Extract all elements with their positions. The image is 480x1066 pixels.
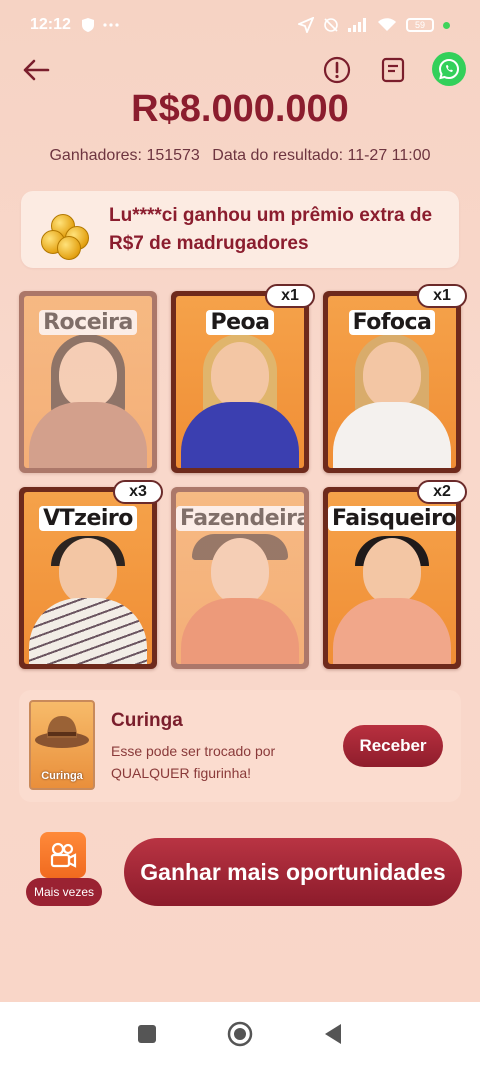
- privacy-dot-icon: [443, 21, 450, 29]
- extra-prize-banner: Lu****ci ganhou um prêmio extra de R$7 d…: [21, 191, 459, 268]
- joker-card-image: Curinga: [29, 700, 95, 790]
- cowboy-hat-icon: [35, 716, 89, 748]
- coins-icon: [37, 200, 97, 260]
- card-label: Roceira: [39, 310, 137, 335]
- person-image: [211, 538, 269, 604]
- exclamation-circle-icon: [323, 56, 351, 84]
- banner-text: Lu****ci ganhou um prêmio extra de R$7 d…: [109, 204, 433, 254]
- person-image: [363, 342, 421, 408]
- count-badge: x3: [113, 480, 163, 504]
- winners-count: Ganhadores: 151573: [49, 147, 200, 164]
- video-camera-icon: [40, 832, 86, 878]
- more-times-label: Mais vezes: [26, 878, 102, 906]
- square-icon: [137, 1025, 156, 1043]
- card-label: Peoa: [206, 310, 274, 335]
- sticker-card-vtzeiro[interactable]: VTzeiro x3: [19, 480, 163, 669]
- whatsapp-icon: [438, 58, 460, 80]
- alarm-off-icon: [323, 17, 339, 33]
- shield-icon: [81, 17, 95, 33]
- status-time: 12:12: [30, 16, 71, 33]
- signal-icon: [348, 18, 368, 32]
- back-nav-button[interactable]: [318, 1019, 348, 1049]
- count-badge: x1: [417, 284, 467, 308]
- circle-icon: [227, 1021, 253, 1047]
- get-more-chances-button[interactable]: Ganhar mais oportunidades: [124, 838, 462, 906]
- system-nav-bar: [0, 1002, 480, 1066]
- count-badge: x1: [265, 284, 315, 308]
- sticker-card-faisqueiro[interactable]: Faisqueiro x2: [323, 480, 467, 669]
- sticker-card-fofoca[interactable]: Fofoca x1: [323, 284, 467, 473]
- more-times-button[interactable]: Mais vezes: [26, 832, 102, 908]
- location-icon: [298, 17, 314, 33]
- receive-button[interactable]: Receber: [343, 725, 443, 767]
- card-label: Fofoca: [348, 310, 436, 335]
- home-button[interactable]: [225, 1019, 255, 1049]
- triangle-back-icon: [325, 1024, 342, 1044]
- joker-panel: Curinga Curinga Esse pode ser trocado po…: [19, 690, 461, 802]
- status-bar: 12:12 59: [0, 0, 480, 50]
- notes-button[interactable]: [377, 54, 409, 86]
- card-label: Fazendeira: [176, 506, 304, 531]
- document-icon: [381, 57, 405, 83]
- recents-button[interactable]: [132, 1019, 162, 1049]
- prize-amount: R$8.000.000: [131, 88, 349, 130]
- joker-description: Esse pode ser trocado por QUALQUER figur…: [111, 743, 276, 781]
- sticker-card-peoa[interactable]: Peoa x1: [171, 284, 315, 473]
- header: [0, 50, 480, 90]
- sticker-card-roceira[interactable]: Roceira: [19, 291, 157, 473]
- card-label: VTzeiro: [39, 506, 137, 531]
- sticker-card-fazendeira[interactable]: Fazendeira: [171, 487, 309, 669]
- count-badge: x2: [417, 480, 467, 504]
- info-button[interactable]: [321, 54, 353, 86]
- joker-title: Curinga: [111, 710, 183, 731]
- prize-meta: Ganhadores: 151573 Data do resultado: 11…: [0, 147, 480, 165]
- wifi-icon: [377, 18, 397, 32]
- more-dots-icon: [103, 23, 119, 27]
- battery-icon: 59: [406, 18, 434, 32]
- back-button[interactable]: [20, 54, 52, 86]
- result-date: Data do resultado: 11-27 11:00: [212, 147, 431, 164]
- person-image: [211, 342, 269, 408]
- card-label: Faisqueiro: [328, 506, 456, 531]
- person-image: [59, 342, 117, 408]
- joker-card-label: Curinga: [41, 770, 83, 782]
- arrow-left-icon: [23, 59, 50, 81]
- whatsapp-button[interactable]: [432, 52, 466, 86]
- person-image: [363, 538, 421, 604]
- person-image: [59, 538, 117, 604]
